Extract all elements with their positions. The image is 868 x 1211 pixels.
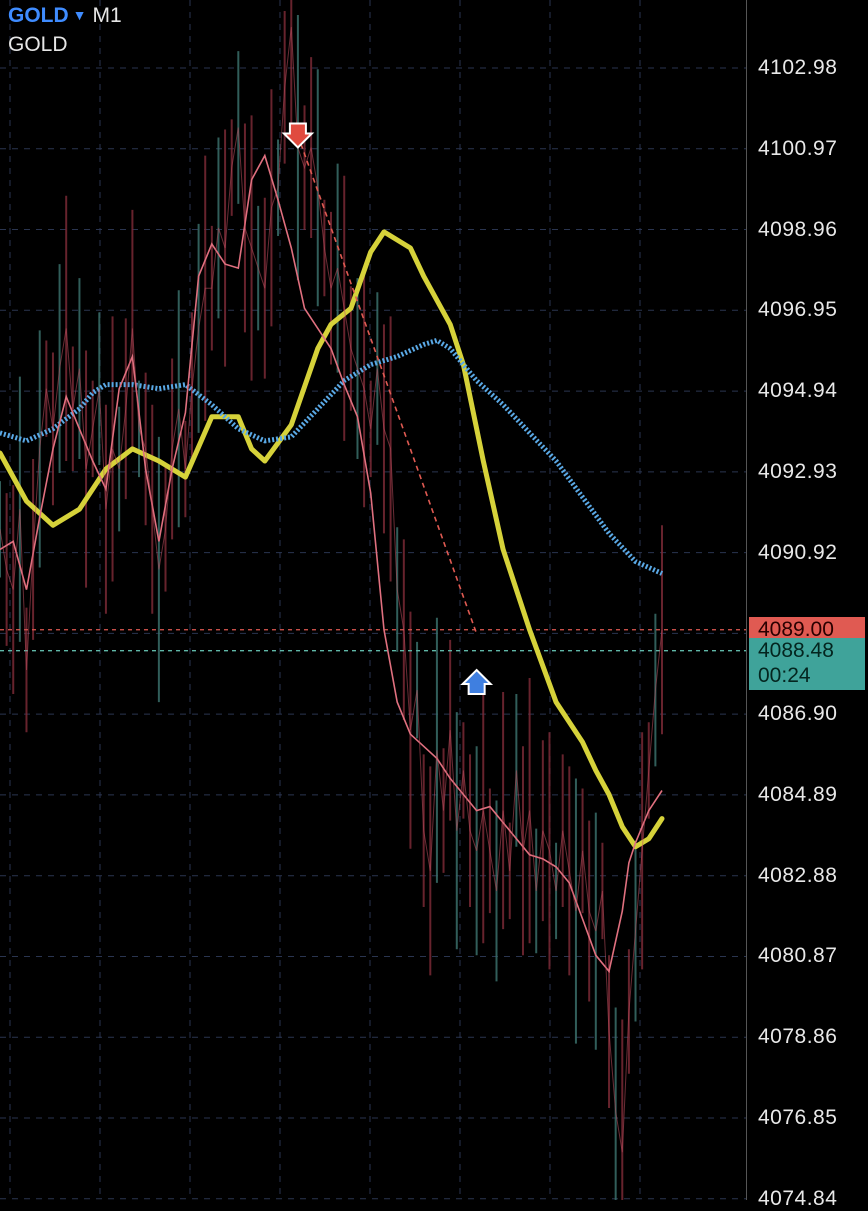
bid-price-value: 4088.48: [758, 639, 834, 662]
price-axis-tick: 4076.85: [758, 1106, 838, 1129]
indicator-subtitle: GOLD: [8, 33, 68, 56]
candle-countdown: 00:24: [758, 664, 811, 687]
chart-header[interactable]: GOLD ▼ M1: [8, 4, 122, 29]
price-axis-tick: 4074.84: [758, 1186, 838, 1210]
price-axis-tick: 4082.88: [758, 863, 838, 887]
price-axis-tick: 4094.94: [758, 379, 838, 403]
chart-canvas[interactable]: [0, 0, 746, 1200]
timeframe-label[interactable]: M1: [93, 4, 122, 27]
price-line: [0, 26, 663, 1153]
price-axis-tick: 4096.95: [758, 298, 838, 322]
triangle-down-icon[interactable]: ▼: [73, 7, 87, 23]
price-axis-tick: 4086.90: [758, 702, 838, 726]
buy-arrow-icon: [460, 668, 494, 696]
price-axis-tick: 4084.89: [758, 782, 838, 806]
price-axis-tick: 4090.92: [758, 540, 838, 564]
price-axis: [746, 0, 868, 1200]
price-axis-tick: 4078.86: [758, 1025, 838, 1049]
bid-price-tag: 4088.48 00:24: [749, 638, 865, 690]
price-axis-tick: 4080.87: [758, 944, 838, 968]
price-axis-tick: 4102.98: [758, 56, 838, 79]
price-axis-tick: 4098.96: [758, 217, 838, 241]
symbol-selector[interactable]: GOLD: [8, 4, 69, 27]
price-chart[interactable]: [0, 0, 746, 1200]
price-axis-tick: 4100.97: [758, 136, 838, 160]
sell-arrow-icon: [281, 122, 315, 149]
trade-line: [297, 135, 478, 635]
price-axis-tick: 4092.93: [758, 459, 838, 483]
